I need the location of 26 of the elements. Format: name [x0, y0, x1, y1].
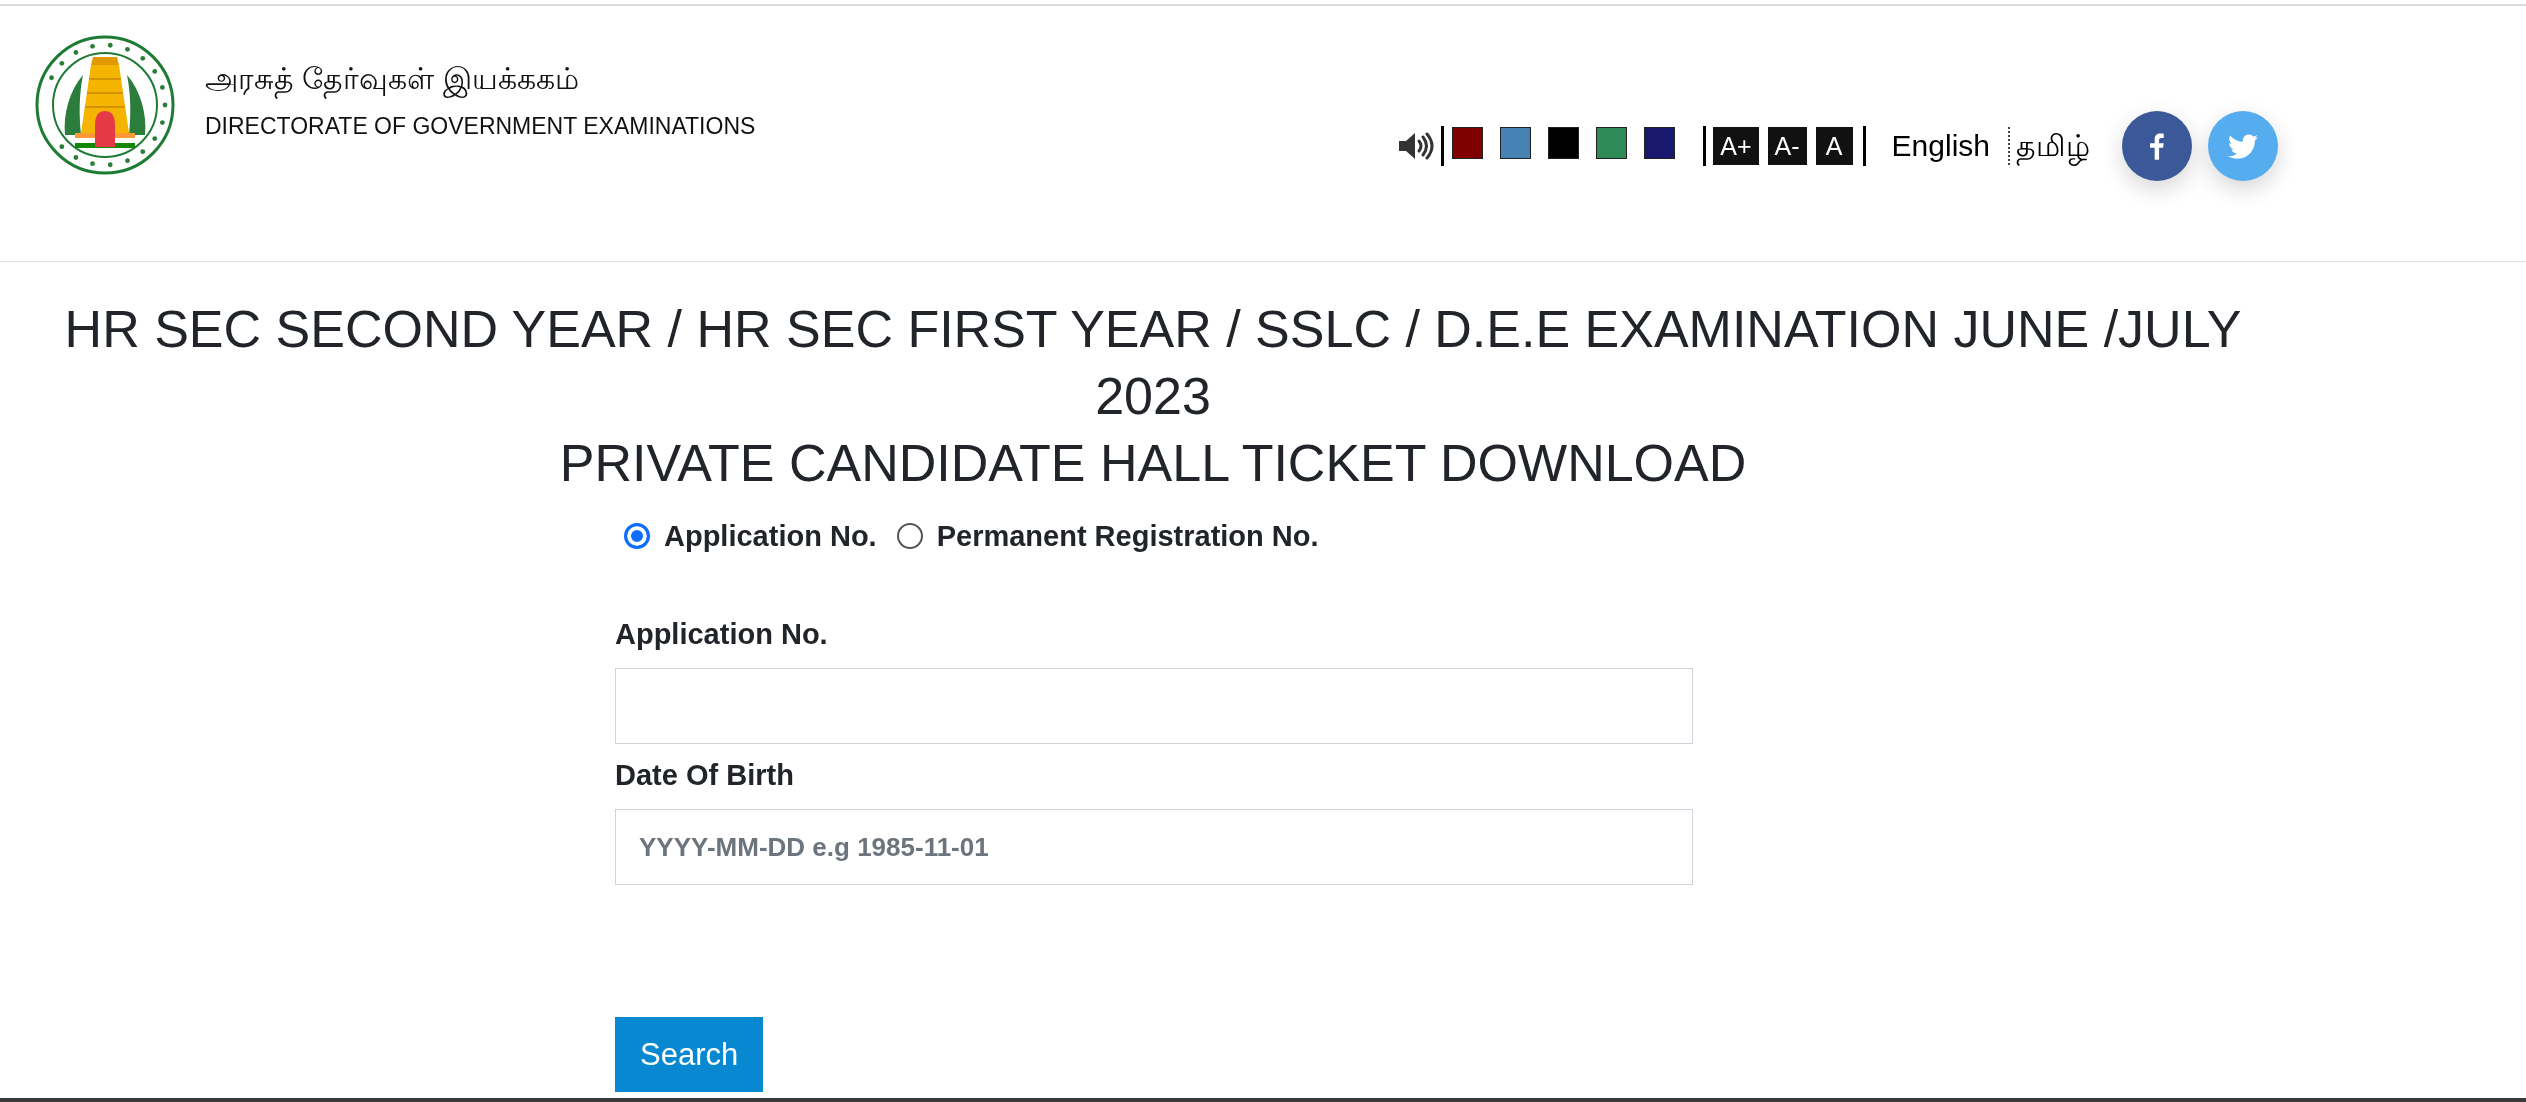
bird-icon	[2228, 133, 2258, 159]
input-field[interactable]: YYYY-MM-DD e.g 1985-11-01	[615, 809, 1693, 885]
site-subtitle: DIRECTORATE OF GOVERNMENT EXAMINATIONS	[205, 112, 756, 141]
page-heading: HR SEC SECOND YEAR / HR SEC FIRST YEAR / SSLC / D.E.E EXAMINATION JUNE /JULY 2023	[63, 299, 2243, 427]
color-swatch[interactable]	[1548, 127, 1580, 159]
color-swatch[interactable]	[1500, 127, 1532, 159]
color-swatch[interactable]	[1452, 127, 1484, 159]
color-swatch[interactable]	[1644, 127, 1676, 159]
f-logo-icon	[2150, 132, 2164, 160]
field-label: Application No.	[615, 617, 829, 652]
field-label: Date Of Birth	[615, 758, 795, 793]
font-size-button[interactable]: A-	[1767, 127, 1807, 165]
radio-button[interactable]	[896, 523, 923, 549]
page-heading: PRIVATE CANDIDATE HALL TICKET DOWNLOAD	[558, 433, 1748, 494]
radio-button[interactable]	[624, 523, 650, 549]
speaker-icon[interactable]	[1399, 132, 1436, 160]
input-field[interactable]	[615, 668, 1693, 744]
site-title: அரசுத் தேர்வுகள் இயக்ககம்	[205, 59, 756, 99]
search-button[interactable]: Search	[615, 1017, 764, 1092]
language-link[interactable]: English	[1891, 127, 1990, 165]
radio-label[interactable]: Application No.	[664, 519, 877, 553]
radio-label[interactable]: Permanent Registration No.	[936, 519, 1319, 553]
color-swatch[interactable]	[1596, 127, 1628, 159]
language-link[interactable]: தமிழ்	[2016, 127, 2090, 165]
font-size-button[interactable]: A	[1815, 127, 1853, 165]
font-size-button[interactable]: A+	[1713, 127, 1759, 165]
